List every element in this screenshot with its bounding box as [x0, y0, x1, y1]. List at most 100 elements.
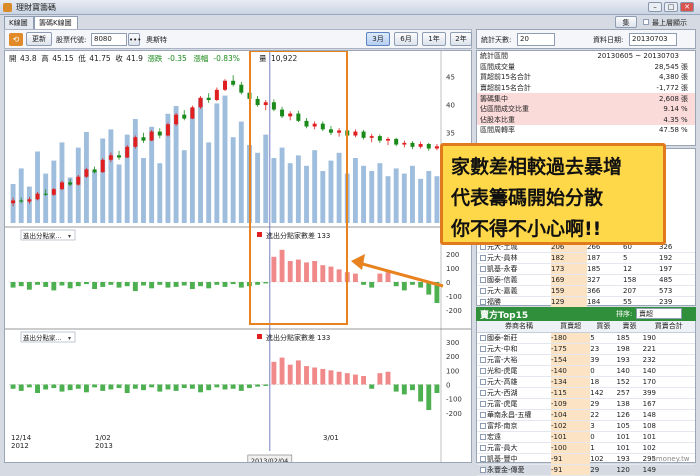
osc-b-bar	[59, 384, 65, 392]
sell-value: 193	[616, 354, 643, 366]
volume-bar	[35, 151, 40, 223]
stats-panel: 統計區間 20130605 ~ 20130703 區間成交量 28,545 張買超前15…	[476, 50, 696, 146]
stats-key: 區間成交量	[480, 62, 515, 71]
osc-b-bar	[198, 384, 203, 393]
row-checkbox[interactable]	[480, 389, 486, 396]
broker-name: 華南永昌-五權	[487, 409, 551, 421]
row-checkbox[interactable]	[480, 433, 486, 440]
table-row[interactable]: 福勝 129 184 55 239	[477, 296, 695, 308]
table-row[interactable]: 元富-虎尾 -109 29 138 167	[477, 398, 695, 410]
row-checkbox[interactable]	[480, 299, 486, 305]
candle-body	[304, 120, 309, 127]
data-date-input[interactable]: 20130703	[629, 33, 677, 46]
row-checkbox[interactable]	[480, 345, 486, 352]
table-row[interactable]: 國泰-信義 169 327 158 485	[477, 274, 695, 286]
column-header[interactable]: 買賣合計	[642, 321, 695, 333]
osc-b-bar	[271, 361, 277, 385]
table-row[interactable]: 元大-高雄 -134 18 152 170	[477, 376, 695, 388]
chart-area: 202530354045開43.8高45.15低41.75收41.9漲跌-0.3…	[4, 50, 472, 463]
total-value: 399	[642, 387, 695, 399]
table-row[interactable]: 永豐金-傳愛 -91 29 120 149	[477, 464, 695, 476]
row-checkbox[interactable]	[480, 455, 486, 462]
row-checkbox[interactable]	[480, 288, 486, 294]
maximize-button[interactable]: □	[664, 2, 678, 12]
osc-b-bar	[418, 384, 424, 402]
table-row[interactable]: 宏遠 -101 0 101 101	[477, 431, 695, 443]
osc-a-bar	[401, 282, 407, 291]
row-checkbox[interactable]	[480, 334, 486, 341]
column-header[interactable]: 賣張	[616, 321, 643, 333]
range-3m-button[interactable]: 3月	[366, 32, 390, 46]
range-6m-button[interactable]: 6月	[394, 32, 418, 46]
table-row[interactable]: 元富-員大 -100 1 101 102	[477, 442, 695, 454]
buy-value: 29	[590, 398, 617, 410]
column-header[interactable]: 買張	[590, 321, 617, 333]
broker-name: 元富-員大	[487, 442, 551, 454]
close-button[interactable]: ✕	[680, 2, 694, 12]
candle-body	[19, 200, 24, 202]
total-value: 239	[659, 296, 695, 308]
table-row[interactable]: 國泰-新莊 -180 5 185 190	[477, 332, 695, 344]
osc-b-bar	[434, 384, 440, 393]
sort-select[interactable]: 賣超	[636, 308, 682, 319]
total-value: 170	[642, 376, 695, 388]
tab-chip-kline[interactable]: 籌碼K線圖	[34, 16, 78, 29]
table-row[interactable]: 元大-中和 -175 23 198 221	[477, 343, 695, 355]
table-row[interactable]: 光和-虎尾 -140 0 140 140	[477, 365, 695, 377]
osc-b-bar	[157, 384, 163, 392]
osc-a-bar	[108, 282, 114, 285]
table-row[interactable]: 華南永昌-五權 -104 22 126 148	[477, 409, 695, 421]
refresh-button[interactable]: 更新	[26, 32, 52, 46]
chart-canvas[interactable]: 202530354045開43.8高45.15低41.75收41.9漲跌-0.3…	[5, 51, 471, 462]
candle-body	[353, 131, 358, 136]
row-checkbox[interactable]	[480, 367, 486, 374]
back-icon[interactable]: ⟲	[9, 33, 23, 46]
osc-b-bar	[401, 384, 407, 395]
row-checkbox[interactable]	[480, 466, 486, 473]
table-row[interactable]: 元富-大裕 -154 39 193 232	[477, 354, 695, 366]
table-row[interactable]: 凱基-永春 173 185 12 197	[477, 263, 695, 275]
stock-picker-button[interactable]: •••	[128, 33, 141, 46]
volume-bar	[312, 150, 318, 223]
range-1y-button[interactable]: 1年	[422, 32, 446, 46]
stats-value: 2,608	[658, 94, 679, 103]
osc-a-bar	[295, 259, 301, 282]
osc-b-bar	[369, 384, 375, 389]
topmost-checkbox[interactable]	[643, 19, 649, 25]
column-header[interactable]: 買賣超	[551, 321, 591, 333]
table-row[interactable]: 元大-嘉義 159 366 207 573	[477, 285, 695, 297]
table-row[interactable]: 元大-西湖 -115 142 257 399	[477, 387, 695, 399]
osc-b-bar	[377, 373, 383, 385]
topmost-label: 最上層顯示	[652, 19, 687, 27]
row-checkbox[interactable]	[480, 356, 486, 363]
ohlc-text: 開	[9, 54, 17, 63]
range-2y-button[interactable]: 2年	[450, 32, 472, 46]
osc-b-select-arrow: ▾	[68, 335, 71, 342]
table-header: 券商名稱 買賣超 買張 賣張 買賣合計	[477, 321, 695, 333]
ohlc-text: 43.8	[20, 54, 37, 63]
table-row[interactable]: 富邦-南京 -102 3 105 108	[477, 420, 695, 432]
column-header[interactable]: 券商名稱	[487, 321, 551, 333]
row-checkbox[interactable]	[480, 422, 486, 429]
tile-button[interactable]: 集	[615, 16, 637, 28]
osc-a-legend-value: 133	[317, 232, 330, 240]
row-checkbox[interactable]	[480, 444, 486, 451]
x-axis-label: 3/01	[323, 434, 339, 442]
buy-value: 39	[590, 354, 617, 366]
row-checkbox[interactable]	[480, 255, 486, 261]
stock-code-input[interactable]: 8080	[91, 33, 127, 46]
volume-bar	[295, 155, 301, 223]
row-checkbox[interactable]	[480, 411, 486, 418]
volume-bar	[328, 160, 334, 223]
tab-kline[interactable]: K線圖	[4, 16, 34, 29]
table-row[interactable]: 元大-員林 182 187 5 192	[477, 252, 695, 264]
x-axis-label: 12/14	[11, 434, 32, 442]
buy-value: 187	[587, 252, 623, 264]
row-checkbox[interactable]	[480, 277, 486, 283]
row-checkbox[interactable]	[480, 400, 486, 407]
row-checkbox[interactable]	[480, 378, 486, 385]
stat-days-select[interactable]: 20	[517, 33, 555, 46]
minimize-button[interactable]: –	[648, 2, 662, 12]
volume-bar	[214, 103, 220, 223]
row-checkbox[interactable]	[480, 266, 486, 272]
